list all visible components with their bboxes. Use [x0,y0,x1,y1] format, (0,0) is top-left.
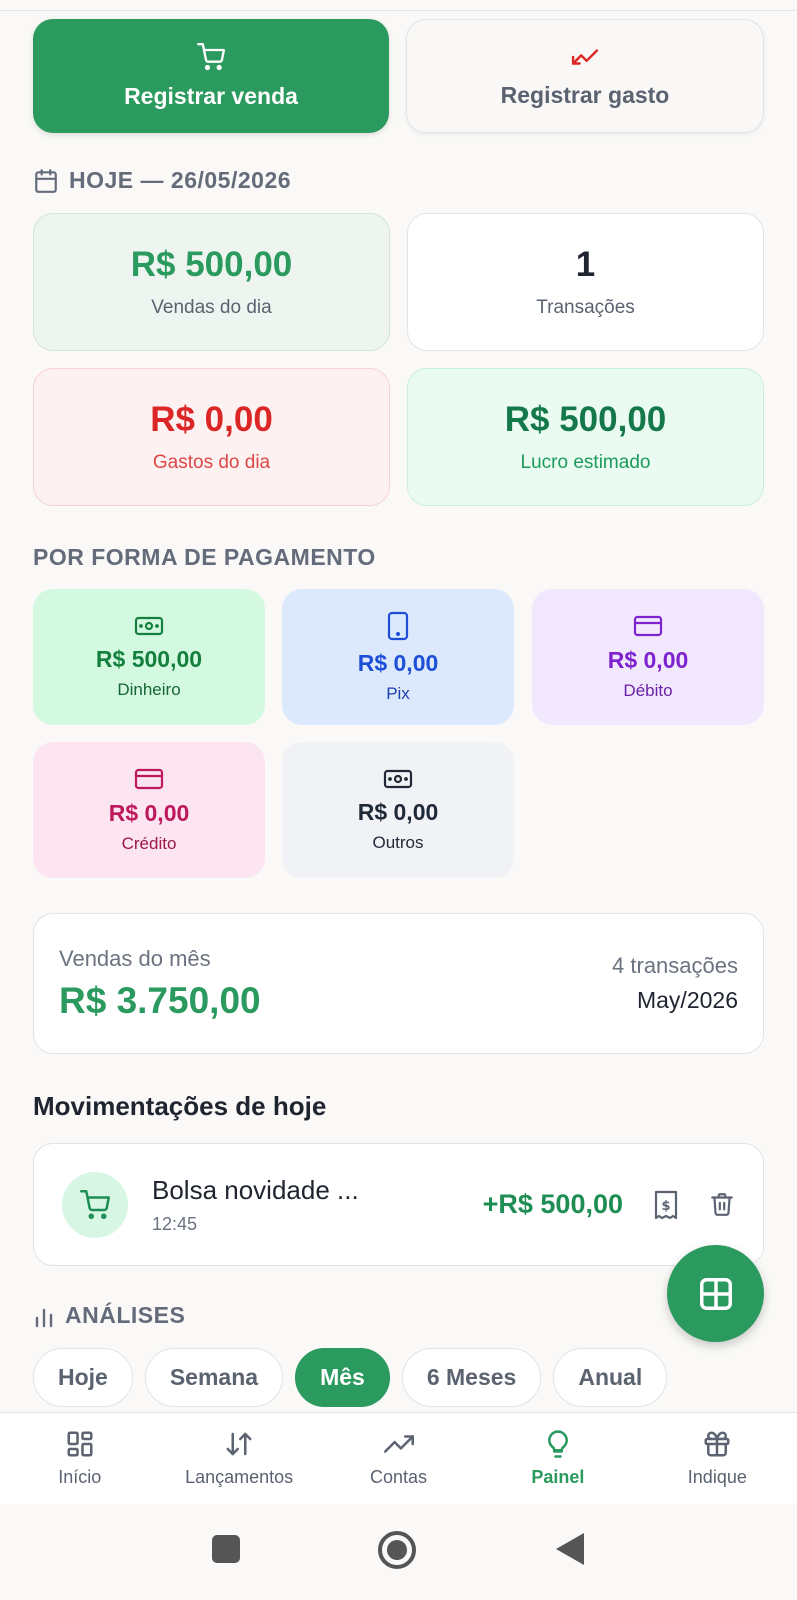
shopping-cart-icon [80,1189,110,1219]
register-expense-button[interactable]: Registrar gasto [406,19,764,133]
sort-arrows-icon [226,1432,252,1456]
card-icon [134,768,164,789]
register-expense-label: Registrar gasto [500,81,670,108]
lightbulb-icon [548,1430,568,1458]
transactions-value: 1 [575,245,596,284]
movement-avatar [62,1171,128,1238]
action-row: Registrar venda Registrar gasto [33,19,764,133]
analytics-section-title: ANÁLISES [33,1302,185,1329]
shopping-cart-icon [197,42,225,70]
transactions-label: Transações [536,297,635,318]
cash-icon [383,769,413,788]
daily-expenses-value: R$ 0,00 [150,400,273,439]
payment-method-cash: R$ 500,00 Dinheiro [33,589,265,725]
monthly-sales-label: Vendas do mês [59,945,211,971]
bottom-navigation: Início Lançamentos Contas Painel Indique [0,1412,797,1504]
back-button-icon[interactable] [553,1530,587,1568]
today-section-title: HOJE — 26/05/2026 [33,167,291,194]
period-filter: Hoje Semana Mês 6 Meses Anual [33,1348,668,1407]
movement-item[interactable]: Bolsa novidade ... 12:45 +R$ 500,00 $ [33,1143,764,1266]
chip-month[interactable]: Mês [295,1348,390,1407]
monthly-sales-card: Vendas do mês R$ 3.750,00 4 transações M… [33,913,764,1054]
debit-label: Débito [623,680,673,700]
payment-title-text: POR FORMA DE PAGAMENTO [33,544,376,570]
trending-up-icon [383,1435,414,1453]
transactions-card: 1 Transações [407,213,764,351]
home-button-icon[interactable] [376,1529,418,1571]
today-title-text: HOJE — 26/05/2026 [69,167,292,193]
monthly-transactions-count: 4 transações [612,953,738,978]
recent-apps-icon[interactable] [209,1532,243,1566]
nav-label-contas: Contas [369,1467,428,1487]
nav-item-lancamentos[interactable]: Lançamentos [159,1413,318,1504]
cash-value: R$ 500,00 [95,645,203,672]
chip-today[interactable]: Hoje [33,1348,133,1407]
cash-label: Dinheiro [117,679,181,699]
chip-6-months[interactable]: 6 Meses [401,1348,542,1407]
receipt-icon[interactable]: $ [653,1190,679,1220]
debit-value: R$ 0,00 [607,646,689,673]
nav-item-inicio[interactable]: Início [0,1413,159,1504]
bar-chart-icon [35,1308,53,1327]
trash-icon[interactable] [709,1190,735,1218]
phone-icon [387,611,409,640]
system-navigation-bar [0,1504,797,1600]
svg-text:$: $ [661,1199,670,1214]
nav-item-painel[interactable]: Painel [478,1413,637,1504]
nav-label-indique: Indique [687,1467,747,1487]
daily-expenses-label: Gastos do dia [152,452,271,473]
register-sale-button[interactable]: Registrar venda [33,19,389,133]
calendar-icon [35,168,57,193]
grid-menu-fab[interactable] [667,1245,764,1342]
nav-item-indique[interactable]: Indique [638,1413,797,1504]
other-label: Outros [372,832,424,852]
nav-label-lancamentos: Lançamentos [185,1467,294,1487]
other-value: R$ 0,00 [357,798,439,825]
dashboard-grid-icon [67,1431,93,1457]
monthly-period: May/2026 [636,987,738,1013]
nav-label-painel: Painel [531,1467,585,1487]
register-sale-label: Registrar venda [124,82,298,109]
daily-expenses-card: R$ 0,00 Gastos do dia [33,368,390,506]
movement-name: Bolsa novidade ... [152,1174,359,1205]
nav-item-contas[interactable]: Contas [319,1413,478,1504]
payment-method-other: R$ 0,00 Outros [282,742,514,878]
payment-method-debit: R$ 0,00 Débito [532,589,764,725]
pix-label: Pix [386,683,410,703]
payment-method-pix: R$ 0,00 Pix [282,589,514,725]
payment-method-credit: R$ 0,00 Crédito [33,742,265,878]
movement-amount: +R$ 500,00 [482,1189,623,1219]
credit-value: R$ 0,00 [108,799,190,826]
monthly-sales-value: R$ 3.750,00 [59,979,261,1021]
analytics-title-text: ANÁLISES [65,1302,186,1328]
grid-icon [699,1277,732,1310]
top-divider [0,10,797,11]
cash-icon [134,616,164,635]
card-icon [633,615,663,636]
credit-label: Crédito [121,833,177,853]
movement-time: 12:45 [152,1213,198,1234]
estimated-profit-card: R$ 500,00 Lucro estimado [407,368,764,506]
daily-sales-label: Vendas do dia [151,297,272,318]
chip-yearly[interactable]: Anual [553,1348,668,1407]
estimated-profit-label: Lucro estimado [520,452,651,473]
chip-week[interactable]: Semana [144,1348,284,1407]
nav-label-inicio: Início [58,1467,102,1487]
daily-sales-value: R$ 500,00 [130,245,293,284]
payment-section-title: POR FORMA DE PAGAMENTO [33,544,376,571]
gift-icon [704,1431,730,1457]
trending-down-icon [571,48,599,65]
daily-sales-card: R$ 500,00 Vendas do dia [33,213,390,351]
pix-value: R$ 0,00 [357,649,439,676]
movements-title: Movimentações de hoje [33,1091,327,1121]
estimated-profit-value: R$ 500,00 [504,400,667,439]
